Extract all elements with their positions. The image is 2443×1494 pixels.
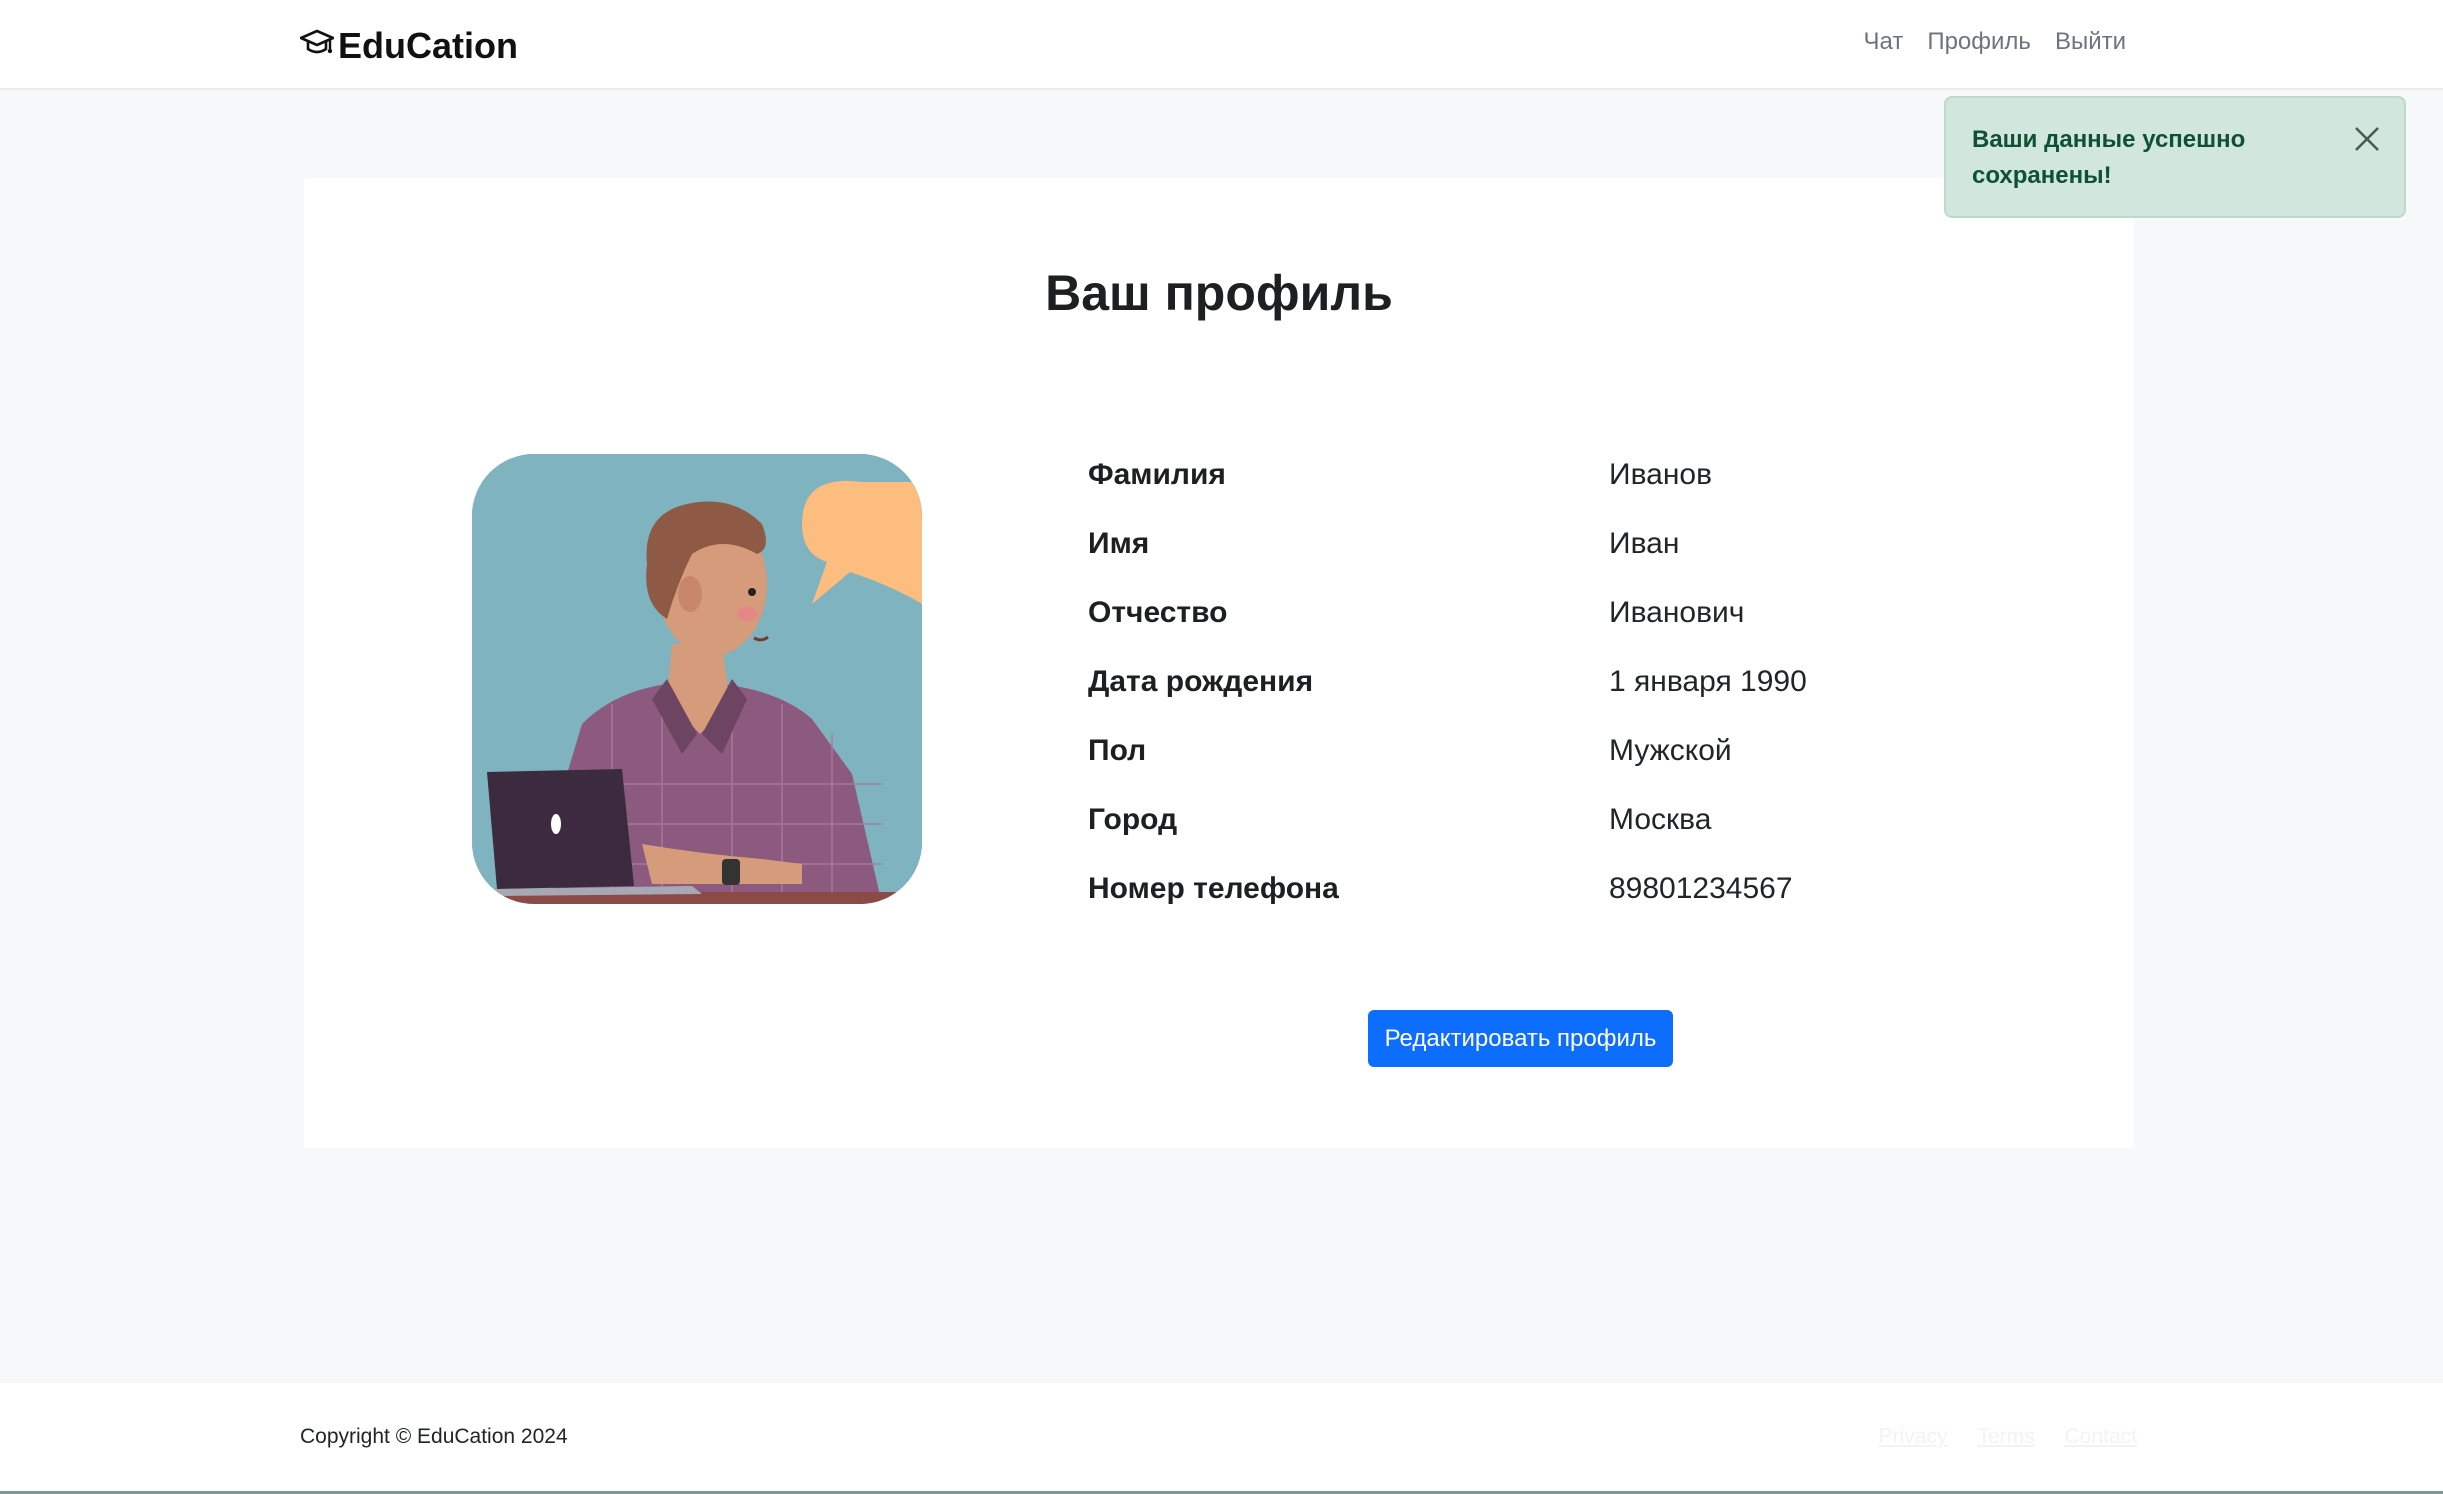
navbar: EduCation Чат Профиль Выйти <box>0 0 2443 90</box>
footer-link-terms[interactable]: Terms <box>1977 1425 2034 1449</box>
profile-card: Ваш профиль Фамилия Иванов Имя Иван Отче… <box>304 178 2134 1148</box>
edit-profile-button[interactable]: Редактировать профиль <box>1368 1010 1673 1067</box>
field-value: 89801234567 <box>1609 871 1793 905</box>
field-row-birthdate: Дата рождения 1 января 1990 <box>1088 647 1988 716</box>
profile-avatar <box>472 454 922 904</box>
field-value: Москва <box>1609 802 1712 836</box>
field-value: Иванов <box>1609 457 1713 491</box>
copyright-text: Copyright © EduCation 2024 <box>300 1425 568 1448</box>
field-row-lastname: Фамилия Иванов <box>1088 440 1988 509</box>
field-value: 1 января 1990 <box>1609 664 1807 698</box>
footer-link-privacy[interactable]: Privacy <box>1879 1425 1948 1449</box>
nav-link-chat[interactable]: Чат <box>1864 28 1904 56</box>
field-label: Имя <box>1088 526 1150 560</box>
field-label: Номер телефона <box>1088 871 1339 905</box>
nav-link-logout[interactable]: Выйти <box>2055 28 2126 56</box>
field-label: Город <box>1088 802 1178 836</box>
field-label: Отчество <box>1088 595 1228 629</box>
profile-fields: Фамилия Иванов Имя Иван Отчество Иванови… <box>1088 440 1988 923</box>
field-row-patronymic: Отчество Иванович <box>1088 578 1988 647</box>
nav-links: Чат Профиль Выйти <box>1864 28 2126 56</box>
graduation-cap-icon <box>299 25 335 68</box>
brand-link[interactable]: EduCation <box>299 22 518 70</box>
brand-name: EduCation <box>338 25 518 66</box>
footer: Copyright © EduCation 2024 Privacy Terms… <box>0 1383 2443 1494</box>
field-label: Фамилия <box>1088 457 1226 491</box>
field-label: Дата рождения <box>1088 664 1314 698</box>
success-toast: Ваши данные успешно сохранены! <box>1944 96 2406 218</box>
field-row-gender: Пол Мужской <box>1088 716 1988 785</box>
field-label: Пол <box>1088 733 1147 767</box>
field-row-phone: Номер телефона 89801234567 <box>1088 854 1988 923</box>
field-row-city: Город Москва <box>1088 785 1988 854</box>
toast-message: Ваши данные успешно сохранены! <box>1972 126 2246 189</box>
footer-links: Privacy Terms Contact <box>1879 1425 2137 1449</box>
page-title: Ваш профиль <box>1045 265 1393 321</box>
field-row-firstname: Имя Иван <box>1088 509 1988 578</box>
field-value: Иванович <box>1609 595 1745 629</box>
field-value: Иван <box>1609 526 1680 560</box>
close-icon[interactable] <box>2352 124 2382 154</box>
nav-link-profile[interactable]: Профиль <box>1927 28 2031 56</box>
footer-link-contact[interactable]: Contact <box>2065 1425 2137 1449</box>
field-value: Мужской <box>1609 733 1732 767</box>
